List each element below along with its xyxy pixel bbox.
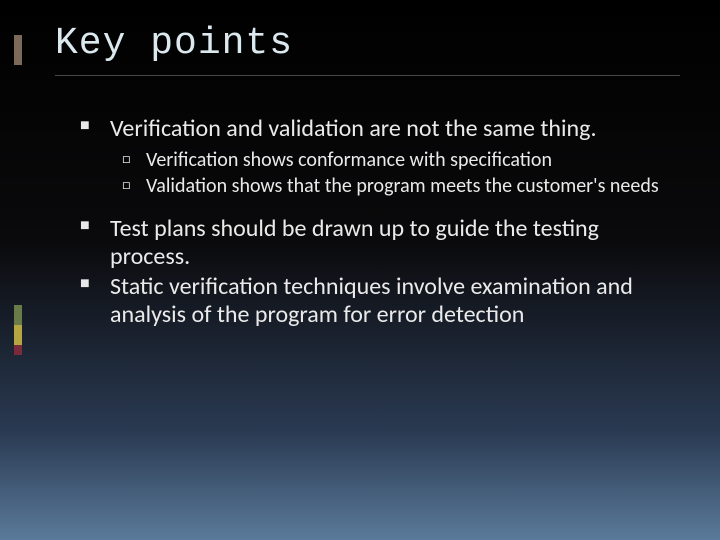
slide-body: Verification and validation are not the … (80, 115, 680, 332)
bullet-level1: Test plans should be drawn up to guide t… (80, 215, 680, 272)
bullet-level1: Verification and validation are not the … (80, 115, 680, 143)
bullet-text: Static verification techniques involve e… (110, 272, 633, 329)
slide: Key points Verification and validation a… (0, 0, 720, 540)
bullet-level2: Validation shows that the program meets … (122, 175, 680, 199)
slide-title: Key points (55, 22, 293, 65)
sub-bullet-group: Verification shows conformance with spec… (122, 149, 680, 198)
title-underline (55, 75, 680, 76)
bullet-text: Validation shows that the program meets … (146, 174, 659, 198)
accent-segment (14, 345, 22, 355)
bullet-level1: Static verification techniques involve e… (80, 273, 680, 330)
accent-segment (14, 325, 22, 345)
bullet-text: Verification shows conformance with spec… (146, 148, 552, 172)
bullet-text: Test plans should be drawn up to guide t… (110, 214, 599, 271)
accent-segment (14, 35, 22, 65)
bullet-level2: Verification shows conformance with spec… (122, 149, 680, 173)
left-accent-bar (0, 0, 22, 540)
accent-segment (14, 305, 22, 325)
bullet-text: Verification and validation are not the … (110, 114, 597, 143)
